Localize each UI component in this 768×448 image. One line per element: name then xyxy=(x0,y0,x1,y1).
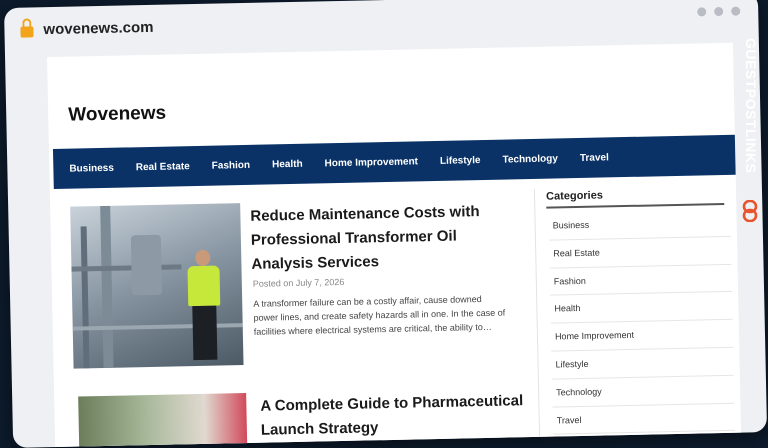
sidebar-title-underline xyxy=(546,202,725,209)
category-item-technology[interactable]: Technology xyxy=(551,375,735,408)
category-item-fashion[interactable]: Fashion xyxy=(549,264,733,297)
nav-item-real-estate[interactable]: Real Estate xyxy=(136,161,190,173)
article-title[interactable]: Reduce Maintenance Costs with Profession… xyxy=(250,199,511,276)
window-controls xyxy=(697,6,741,17)
category-item-lifestyle[interactable]: Lifestyle xyxy=(551,347,734,380)
window-dot-icon[interactable] xyxy=(714,6,724,17)
nav-item-technology[interactable]: Technology xyxy=(502,153,558,165)
worker-figure xyxy=(183,249,225,361)
pipe-shape xyxy=(80,226,90,369)
nav-item-fashion[interactable]: Fashion xyxy=(212,159,251,171)
category-item-business[interactable]: Business xyxy=(548,208,731,241)
category-item-real-estate[interactable]: Real Estate xyxy=(548,236,732,269)
category-item-home-improvement[interactable]: Home Improvement xyxy=(550,319,734,352)
nav-item-business[interactable]: Business xyxy=(69,162,114,174)
brand-text: GUESTPOSTLINKS xyxy=(743,38,759,174)
worker-legs xyxy=(192,305,218,361)
category-list: Business Real Estate Fashion Health Home… xyxy=(548,208,736,435)
worker-head xyxy=(195,249,211,267)
guestpostlinks-brand: GUESTPOSTLINKS xyxy=(737,30,767,230)
web-page: Wovenews Business Real Estate Fashion He… xyxy=(47,42,742,448)
sidebar-title: Categories xyxy=(545,189,604,203)
article-excerpt: A transformer failure can be a costly af… xyxy=(253,294,506,337)
browser-window: wovenews.com Wovenews Business Real Esta… xyxy=(4,0,768,448)
article-date: Posted on July 7, 2026 xyxy=(252,276,345,289)
address-bar-url[interactable]: wovenews.com xyxy=(43,18,153,37)
article-title[interactable]: A Complete Guide to Pharmaceutical Launc… xyxy=(260,389,531,443)
pipe-shape xyxy=(71,264,182,272)
site-title[interactable]: Wovenews xyxy=(68,103,166,127)
nav-item-health[interactable]: Health xyxy=(272,158,303,170)
pipe-shape xyxy=(100,205,114,368)
equipment-shape xyxy=(130,234,163,296)
nav-item-travel[interactable]: Travel xyxy=(580,152,609,164)
category-item-travel[interactable]: Travel xyxy=(552,403,736,435)
lock-icon xyxy=(20,26,34,38)
category-item-health[interactable]: Health xyxy=(550,292,733,324)
worker-vest xyxy=(187,265,221,307)
nav-item-lifestyle[interactable]: Lifestyle xyxy=(440,155,481,167)
nav-item-home-improvement[interactable]: Home Improvement xyxy=(325,156,419,169)
article-thumbnail[interactable] xyxy=(70,203,244,369)
window-dot-icon[interactable] xyxy=(731,6,741,16)
main-nav: Business Real Estate Fashion Health Home… xyxy=(52,134,736,189)
article-thumbnail[interactable] xyxy=(78,393,248,448)
chain-link-icon xyxy=(742,200,758,222)
sidebar-divider xyxy=(533,188,541,448)
window-dot-icon[interactable] xyxy=(697,7,707,17)
